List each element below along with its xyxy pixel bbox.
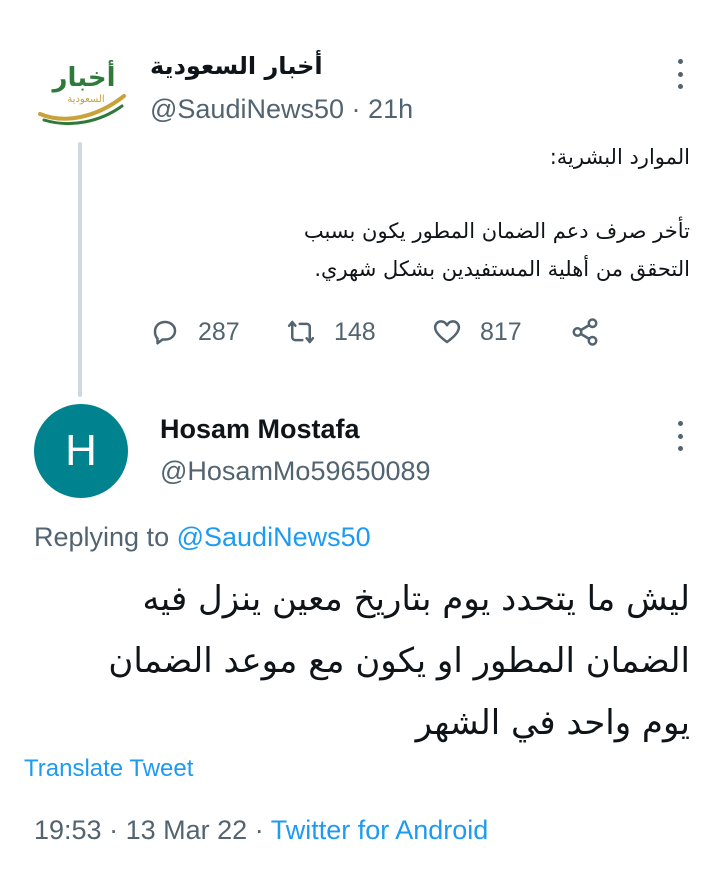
retweet-icon	[287, 320, 315, 344]
logo-title: أخبار	[51, 60, 116, 93]
heart-icon	[433, 320, 461, 344]
parent-text-line: التحقق من أهلية المستفيدين بشكل شهري.	[314, 257, 690, 281]
tweet-date: 13 Mar 22	[125, 815, 248, 845]
meta-separator: ·	[351, 94, 361, 124]
logo-icon: أخبار السعودية	[38, 60, 126, 126]
reply-handle[interactable]: @HosamMo59650089	[160, 456, 431, 487]
avatar[interactable]: H	[34, 404, 128, 498]
timestamp-separator: ·	[254, 815, 264, 845]
tweet-time: 19:53	[34, 815, 102, 845]
parent-action-bar: 287 148 817	[150, 312, 620, 352]
replying-to-link[interactable]: @SaudiNews50	[177, 522, 371, 552]
translate-tweet-link[interactable]: Translate Tweet	[24, 755, 193, 783]
retweet-button[interactable]: 148	[286, 317, 376, 347]
more-vertical-icon[interactable]	[670, 421, 690, 451]
parent-display-name[interactable]: أخبار السعودية	[150, 52, 330, 80]
parent-time[interactable]: 21h	[368, 94, 413, 124]
share-icon	[572, 318, 598, 346]
saudi-news-logo-avatar[interactable]: أخبار السعودية	[34, 52, 130, 132]
tweet-detail-page: أخبار السعودية أخبار السعودية @SaudiNews…	[0, 0, 720, 871]
parent-text-line: تأخر صرف دعم الضمان المطور يكون بسبب	[303, 219, 690, 243]
share-button[interactable]	[570, 317, 600, 347]
replying-to-line: Replying to @SaudiNews50	[34, 522, 371, 553]
retweet-count: 148	[334, 317, 376, 346]
reply-text-line: ليش ما يتحدد يوم بتاريخ معين ينزل فيه	[142, 579, 690, 619]
timestamp-separator: ·	[109, 815, 119, 845]
reply-tweet-text: ليش ما يتحدد يوم بتاريخ معين ينزل فيه ال…	[30, 568, 690, 754]
logo-subtitle: السعودية	[67, 94, 104, 105]
reply-text-line: الضمان المطور او يكون مع موعد الضمان	[108, 641, 690, 681]
like-count: 817	[480, 317, 522, 346]
reply-count: 287	[198, 317, 240, 346]
parent-tweet-text: الموارد البشرية: تأخر صرف دعم الضمان الم…	[170, 138, 690, 288]
tweet-timestamp: 19:53 · 13 Mar 22 · Twitter for Android	[34, 815, 488, 846]
more-vertical-icon[interactable]	[670, 59, 690, 89]
reply-display-name[interactable]: Hosam Mostafa	[160, 414, 360, 445]
parent-meta: @SaudiNews50 · 21h	[150, 94, 413, 125]
avatar-letter: H	[65, 426, 97, 475]
parent-text-line: الموارد البشرية:	[549, 145, 690, 169]
reply-text-line: يوم واحد في الشهر	[415, 703, 690, 743]
parent-handle[interactable]: @SaudiNews50	[150, 94, 344, 124]
thread-connector-line	[78, 142, 82, 397]
replying-prefix: Replying to	[34, 522, 170, 552]
reply-icon	[153, 320, 177, 345]
tweet-source-link[interactable]: Twitter for Android	[271, 815, 489, 845]
reply-button[interactable]: 287	[150, 317, 240, 347]
like-button[interactable]: 817	[432, 317, 522, 347]
